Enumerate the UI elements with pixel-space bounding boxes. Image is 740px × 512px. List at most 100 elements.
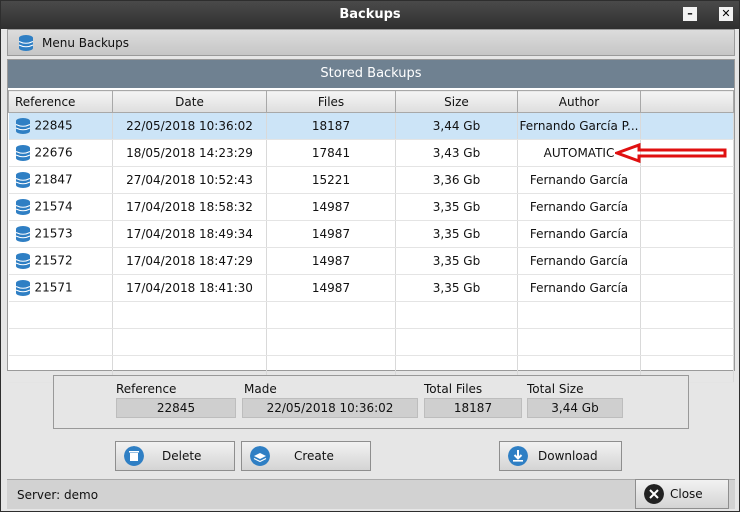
cell-author[interactable]: Fernando García P... [517,112,641,140]
column-header-reference[interactable]: Reference [8,90,113,113]
download-icon [508,446,528,466]
cell-size[interactable]: 3,44 Gb [395,112,518,140]
cell-files[interactable]: 14987 [266,220,396,248]
cell-size[interactable]: 3,35 Gb [395,274,518,302]
total-files-label: Total Files [424,382,483,396]
database-icon [15,280,30,296]
cell-files[interactable]: 14987 [266,247,396,275]
backups-table: Reference Date Files Size Author 22845 22… [8,90,734,383]
title-bar: Backups – ✕ [1,1,739,29]
total-size-value: 3,44 Gb [527,398,623,418]
stored-backups-panel: Stored Backups Reference Date Files Size… [7,59,735,383]
cell-date[interactable]: 17/04/2018 18:58:32 [112,193,267,221]
reference-text: 22676 [34,145,73,160]
cell-author[interactable]: Fernando García [517,247,641,275]
red-arrow-annotation [615,143,727,163]
database-icon [15,199,30,215]
cell-files[interactable]: 15221 [266,166,396,194]
cell-author[interactable]: Fernando García [517,274,641,302]
close-icon [644,484,664,504]
status-bar: Server: demo [7,479,735,509]
trash-icon [124,446,144,466]
cell-filler [640,274,734,302]
total-files-value: 18187 [424,398,522,418]
reference-text: 22845 [34,118,73,133]
cell-files[interactable]: 14987 [266,274,396,302]
table-row[interactable]: 21572 17/04/2018 18:47:29 14987 3,35 Gb Fern… [8,247,734,275]
database-icon [15,226,30,242]
reference-value: 22845 [116,398,236,418]
create-label: Create [294,449,334,463]
total-size-label: Total Size [527,382,584,396]
delete-label: Delete [162,449,202,463]
cell-size[interactable]: 3,35 Gb [395,193,518,221]
delete-button[interactable]: Delete [115,441,235,471]
cell-date[interactable]: 18/05/2018 14:23:29 [112,139,267,167]
cell-filler [640,247,734,275]
minimize-icon[interactable]: – [683,7,697,21]
database-icon [15,145,30,161]
close-label: Close [670,487,703,501]
column-header-files[interactable]: Files [266,90,396,113]
cell-author[interactable]: Fernando García [517,193,641,221]
server-status: Server: demo [17,488,99,502]
cell-filler [640,193,734,221]
backup-details: Reference 22845 Made 22/05/2018 10:36:02… [53,375,689,429]
cell-size[interactable]: 3,36 Gb [395,166,518,194]
table-row[interactable]: 21573 17/04/2018 18:49:34 14987 3,35 Gb Fern… [8,220,734,248]
cell-reference[interactable]: 22845 [8,112,113,140]
cell-filler [640,166,734,194]
download-label: Download [538,449,598,463]
cell-size[interactable]: 3,35 Gb [395,220,518,248]
cell-date[interactable]: 17/04/2018 18:41:30 [112,274,267,302]
create-button[interactable]: Create [241,441,371,471]
reference-text: 21573 [34,226,73,241]
cell-filler [640,112,734,140]
download-button[interactable]: Download [499,441,622,471]
cell-date[interactable]: 27/04/2018 10:52:43 [112,166,267,194]
reference-label: Reference [116,382,177,396]
close-window-icon[interactable]: ✕ [719,7,733,21]
cell-author[interactable]: Fernando García [517,166,641,194]
cell-date[interactable]: 17/04/2018 18:47:29 [112,247,267,275]
cell-reference[interactable]: 21574 [8,193,113,221]
made-value: 22/05/2018 10:36:02 [242,398,418,418]
cell-reference[interactable]: 21573 [8,220,113,248]
table-row[interactable]: 21847 27/04/2018 10:52:43 15221 3,36 Gb Fern… [8,166,734,194]
column-header-filler [640,90,734,113]
cell-files[interactable]: 14987 [266,193,396,221]
cell-files[interactable]: 17841 [266,139,396,167]
database-icon [15,118,30,134]
cell-reference[interactable]: 21572 [8,247,113,275]
empty-row [8,328,734,356]
made-label: Made [244,382,277,396]
cell-reference[interactable]: 21571 [8,274,113,302]
table-row[interactable]: 21571 17/04/2018 18:41:30 14987 3,35 Gb Fern… [8,274,734,302]
empty-row [8,301,734,329]
cell-reference[interactable]: 22676 [8,139,113,167]
cell-date[interactable]: 22/05/2018 10:36:02 [112,112,267,140]
cell-author[interactable]: Fernando García [517,220,641,248]
layers-icon [250,446,270,466]
database-icon [18,35,34,51]
menu-label: Menu Backups [42,36,129,50]
database-icon [15,253,30,269]
window-title: Backups [339,7,401,22]
cell-filler [640,220,734,248]
cell-reference[interactable]: 21847 [8,166,113,194]
close-button[interactable]: Close [635,479,729,509]
reference-text: 21572 [34,253,73,268]
reference-text: 21571 [34,280,73,295]
cell-size[interactable]: 3,35 Gb [395,247,518,275]
cell-date[interactable]: 17/04/2018 18:49:34 [112,220,267,248]
backups-window: Backups – ✕ Menu Backups Stored Backups … [0,0,740,512]
column-header-size[interactable]: Size [395,90,518,113]
table-row[interactable]: 21574 17/04/2018 18:58:32 14987 3,35 Gb Fern… [8,193,734,221]
reference-text: 21574 [34,199,73,214]
menu-backups-bar[interactable]: Menu Backups [7,29,735,56]
table-row[interactable]: 22845 22/05/2018 10:36:02 18187 3,44 Gb Fern… [8,112,734,140]
column-header-author[interactable]: Author [517,90,641,113]
column-header-date[interactable]: Date [112,90,267,113]
cell-files[interactable]: 18187 [266,112,396,140]
cell-size[interactable]: 3,43 Gb [395,139,518,167]
